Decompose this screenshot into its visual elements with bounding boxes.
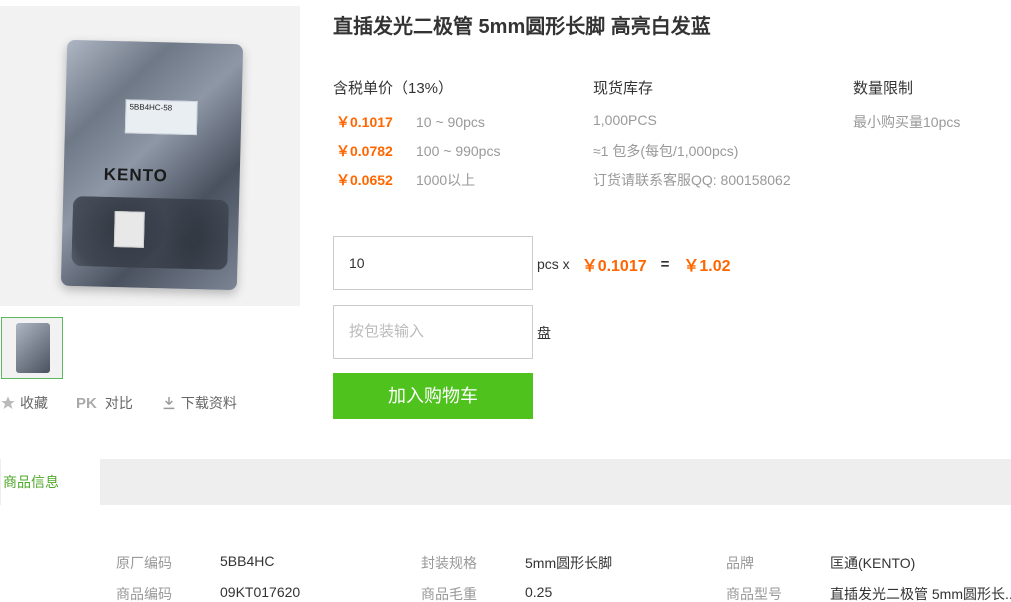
limit-header: 数量限制: [853, 80, 914, 97]
favorite-button[interactable]: 收藏: [0, 393, 48, 413]
product-main-image: 5BB4HC-58 KENTO: [0, 6, 300, 306]
price-calculation: pcs x ￥0.1017 = ￥1.02: [537, 252, 731, 276]
product-bag-image: 5BB4HC-58 KENTO: [60, 39, 244, 291]
spec-value: 09KT017620: [220, 584, 301, 600]
product-thumbnail[interactable]: [1, 317, 63, 379]
unit-label: pcs x: [537, 256, 570, 272]
tier-price: ￥0.0782: [336, 143, 393, 159]
spec-value: 直插发光二极管 5mm圆形长...: [830, 586, 1011, 602]
tier-price: ￥0.0652: [336, 172, 393, 188]
stock-quantity: 1,000PCS: [593, 112, 657, 128]
equals-sign: =: [660, 255, 670, 273]
price-tier: ￥0.0782 100 ~ 990pcs: [336, 141, 500, 161]
package-unit: 盘: [537, 325, 551, 341]
tab-product-info[interactable]: 商品信息: [0, 459, 100, 505]
thumbnail-bag-image: [16, 323, 50, 373]
download-label: 下载资料: [180, 395, 237, 411]
compare-button[interactable]: PK 对比: [76, 393, 133, 413]
bag-sticker: [113, 211, 145, 248]
spec-label: 商品型号: [726, 586, 782, 602]
compare-label: 对比: [104, 395, 133, 411]
spec-label: 封装规格: [421, 555, 477, 571]
stock-contact: 订货请联系客服QQ: 800158062: [593, 172, 791, 188]
bag-label: 5BB4HC-58: [124, 99, 198, 136]
stock-header: 现货库存: [593, 80, 654, 97]
download-icon: [163, 397, 175, 410]
stock-package: ≈1 包多(每包/1,000pcs): [593, 143, 739, 159]
tier-range: 10 ~ 90pcs: [416, 114, 485, 130]
add-to-cart-button[interactable]: 加入购物车: [333, 373, 533, 419]
spec-label: 品牌: [726, 555, 754, 571]
price-header: 含税单价（13%）: [333, 80, 454, 97]
spec-value: 5mm圆形长脚: [525, 555, 613, 571]
package-input[interactable]: 按包装输入: [333, 305, 533, 359]
pk-icon: PK: [76, 394, 97, 412]
favorite-label: 收藏: [20, 395, 48, 411]
download-button[interactable]: 下载资料: [161, 393, 237, 413]
unit-price: ￥0.1017: [581, 258, 647, 275]
price-tier: ￥0.0652 1000以上: [336, 170, 475, 190]
total-price: ￥1.02: [683, 258, 731, 275]
spec-label: 商品编码: [116, 586, 172, 602]
quantity-input[interactable]: 10: [333, 236, 533, 290]
bag-label-text: 5BB4HC-58: [129, 102, 173, 113]
tier-price: ￥0.1017: [336, 114, 393, 130]
spec-label: 原厂编码: [116, 555, 172, 571]
tier-range: 100 ~ 990pcs: [416, 143, 501, 159]
price-tier: ￥0.1017 10 ~ 90pcs: [336, 112, 485, 132]
tab-bar: 商品信息: [0, 459, 1011, 505]
spec-value: 5BB4HC: [220, 553, 275, 569]
product-actions: 收藏 PK 对比 下载资料: [0, 393, 237, 413]
limit-text: 最小购买量10pcs: [853, 114, 961, 130]
star-icon: [1, 396, 15, 409]
tier-range: 1000以上: [416, 172, 476, 188]
spec-value: 匡通(KENTO): [830, 555, 916, 571]
product-title: 直插发光二极管 5mm圆形长脚 高亮白发蓝: [333, 16, 711, 38]
spec-value: 0.25: [525, 584, 553, 600]
bag-brand-logo: KENTO: [103, 164, 169, 186]
spec-label: 商品毛重: [421, 586, 477, 602]
